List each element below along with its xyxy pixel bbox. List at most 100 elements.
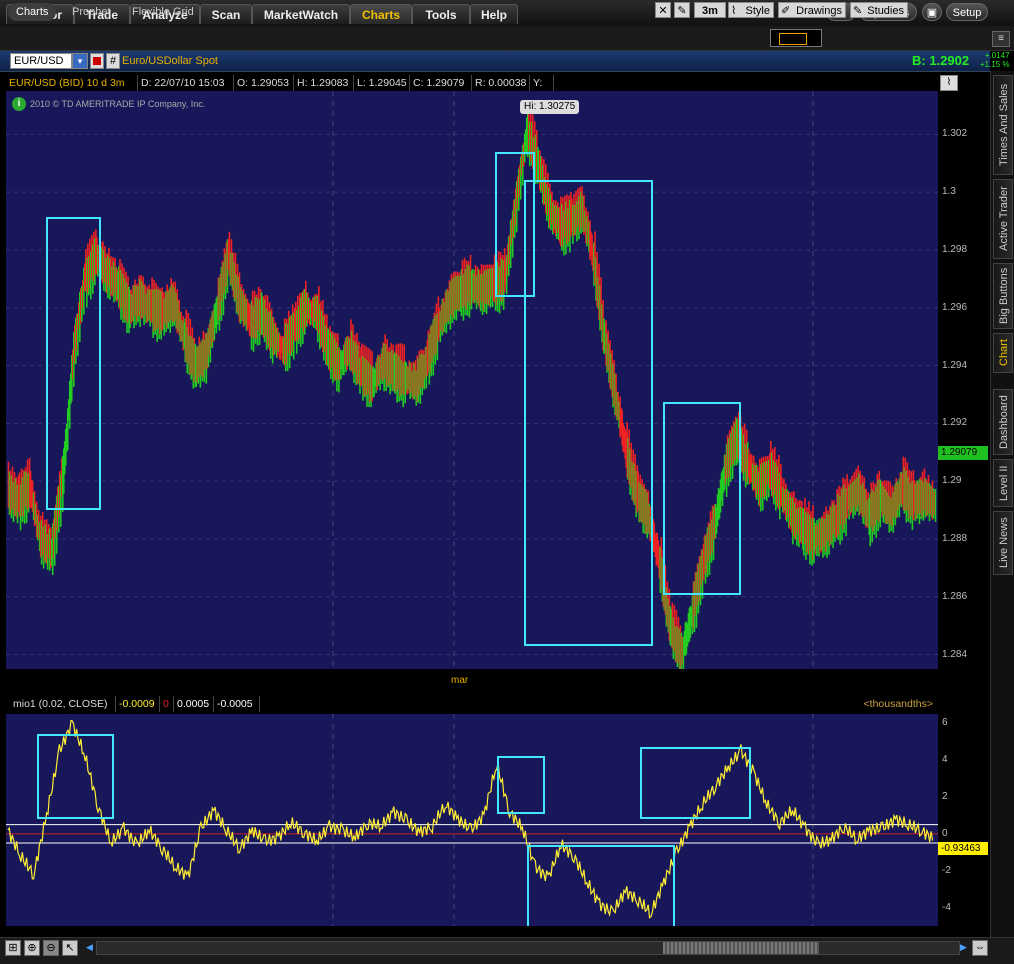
study-units: <thousandths>: [863, 698, 933, 710]
subnav-charts[interactable]: Charts: [8, 3, 57, 21]
price-tick-label: 1.288: [942, 532, 968, 544]
study-tick-label: 6: [942, 717, 948, 729]
info-icon[interactable]: i: [12, 97, 26, 111]
study-chart[interactable]: [6, 714, 938, 929]
timeframe-button[interactable]: 3m: [694, 2, 726, 18]
grid-layout-icon[interactable]: ⊞: [5, 940, 21, 956]
high-label: Hi: 1.30275: [520, 100, 580, 114]
price-tick-label: 1.286: [942, 590, 968, 602]
zoom-out-icon[interactable]: ⊖: [43, 940, 59, 956]
studies-button[interactable]: ✎ Studies: [850, 2, 908, 18]
scroll-right-icon[interactable]: ▶: [960, 942, 968, 952]
price-chart-svg: [6, 91, 938, 677]
sidebar-tab-big-buttons[interactable]: Big Buttons: [993, 263, 1013, 329]
color-swatch-field[interactable]: [770, 29, 822, 47]
sidebar-tab-level-ii[interactable]: Level II: [993, 459, 1013, 507]
horizontal-scrollbar[interactable]: [96, 941, 960, 955]
right-sidebar: Times And Sales Active Trader Big Button…: [990, 71, 1014, 941]
pencil-icon: ✐: [781, 5, 791, 17]
sidebar-tab-live-news[interactable]: Live News: [993, 511, 1013, 575]
window-menu-icon[interactable]: ≡: [992, 31, 1010, 47]
info-y: Y:: [530, 75, 554, 91]
expand-icon[interactable]: ⇔: [972, 940, 988, 956]
style-button[interactable]: ⌇ Style: [728, 2, 774, 18]
study-chart-svg: [6, 714, 938, 929]
date-axis: mar: [6, 669, 938, 691]
style-icon: ⌇: [731, 5, 737, 17]
copyright-text: 2010 © TD AMERITRADE IP Company, Inc.: [30, 99, 206, 109]
tab-tools[interactable]: Tools: [412, 4, 470, 24]
sub-nav-bar: [0, 26, 1014, 51]
swatch-box: [779, 33, 807, 45]
study-tick-label: 2: [942, 790, 948, 802]
sidebar-tab-active-trader[interactable]: Active Trader: [993, 179, 1013, 259]
info-low: L: 1.29045: [354, 75, 410, 91]
subnav-flexible-grid[interactable]: Flexible Grid: [132, 3, 194, 21]
printer-icon: ▣: [926, 7, 938, 19]
crosshair-icon[interactable]: ✕: [655, 2, 671, 18]
price-chart[interactable]: [6, 91, 938, 677]
tab-marketwatch[interactable]: MarketWatch: [252, 4, 350, 24]
study-highlight-box: [497, 756, 545, 814]
study-highlight-box: [640, 747, 751, 819]
style-label: Style: [745, 5, 770, 17]
bid-price: B: 1.2902: [912, 53, 970, 68]
symbol-description: Euro/USDollar Spot: [122, 55, 218, 67]
study-value-4: -0.0005: [214, 696, 260, 712]
study-tick-label: 0: [942, 827, 948, 839]
symbol-input[interactable]: EUR/USD: [10, 53, 72, 69]
cursor-icon[interactable]: ↖: [62, 940, 78, 956]
study-name: mio1 (0.02, CLOSE): [10, 696, 116, 712]
change-percent: +1.15 %: [980, 60, 1010, 69]
setup-button[interactable]: Setup: [946, 3, 988, 21]
change-value: +.0147: [984, 51, 1010, 60]
study-tick-label: -4: [942, 901, 951, 913]
price-tick-label: 1.294: [942, 359, 968, 371]
grid-link-button[interactable]: #: [106, 53, 120, 69]
price-tick-label: 1.284: [942, 648, 968, 660]
price-tick-label: 1.302: [942, 128, 968, 140]
sidebar-tab-times-and-sales[interactable]: Times And Sales: [993, 75, 1013, 175]
zoom-in-icon[interactable]: ⊕: [24, 940, 40, 956]
chart-settings-icon[interactable]: ⌇: [940, 75, 958, 91]
study-tick-label: 4: [942, 754, 948, 766]
price-tick-label: 1.296: [942, 301, 968, 313]
ohlc-info-bar: EUR/USD (BID) 10 d 3m D: 22/07/10 15:03 …: [6, 75, 936, 91]
price-tick-label: 1.29: [942, 475, 962, 487]
drawings-label: Drawings: [796, 5, 842, 17]
drawings-button[interactable]: ✐ Drawings: [778, 2, 846, 18]
subnav-prophet[interactable]: Prophet: [72, 3, 111, 21]
price-tick-label: 1.292: [942, 417, 968, 429]
wrench-icon[interactable]: ✎: [674, 2, 690, 18]
price-tick-label: 1.3: [942, 186, 956, 198]
sidebar-tab-chart[interactable]: Chart: [993, 333, 1013, 373]
date-label: mar: [451, 675, 469, 686]
studies-label: Studies: [867, 5, 904, 17]
flag-icon[interactable]: [90, 53, 104, 69]
last-price-label: 1.29079: [938, 446, 988, 460]
symbol-dropdown-icon[interactable]: ▾: [72, 53, 88, 69]
chart-title: EUR/USD (BID) 10 d 3m: [6, 75, 138, 91]
price-axis: 1.302 1.3 1.298 1.296 1.294 1.292 1.29 1.288 1.2…: [938, 91, 990, 669]
info-range: R: 0.00038: [472, 75, 530, 91]
study-axis: 6 4 2 0 -2 -4: [938, 714, 990, 926]
sidebar-tab-dashboard[interactable]: Dashboard: [993, 389, 1013, 455]
study-value-3: 0.0005: [174, 696, 214, 712]
study-value-2: 0: [160, 696, 174, 712]
info-open: O: 1.29053: [234, 75, 294, 91]
scroll-left-icon[interactable]: ◀: [86, 942, 94, 952]
price-tick-label: 1.298: [942, 243, 968, 255]
study-header: mio1 (0.02, CLOSE) -0.0009 0 0.0005 -0.0…: [6, 696, 938, 714]
print-button[interactable]: ▣: [922, 3, 942, 21]
scrollbar-thumb[interactable]: [663, 942, 819, 954]
tab-help[interactable]: Help: [470, 4, 518, 24]
info-date: D: 22/07/10 15:03: [138, 75, 234, 91]
studies-icon: ✎: [853, 5, 863, 17]
study-series-line: [7, 719, 934, 920]
info-high: H: 1.29083: [294, 75, 354, 91]
tab-scan[interactable]: Scan: [200, 4, 252, 24]
tab-charts[interactable]: Charts: [350, 4, 412, 24]
study-value-1: -0.0009: [116, 696, 160, 712]
study-tick-label: -2: [942, 864, 951, 876]
info-close: C: 1.29079: [410, 75, 472, 91]
